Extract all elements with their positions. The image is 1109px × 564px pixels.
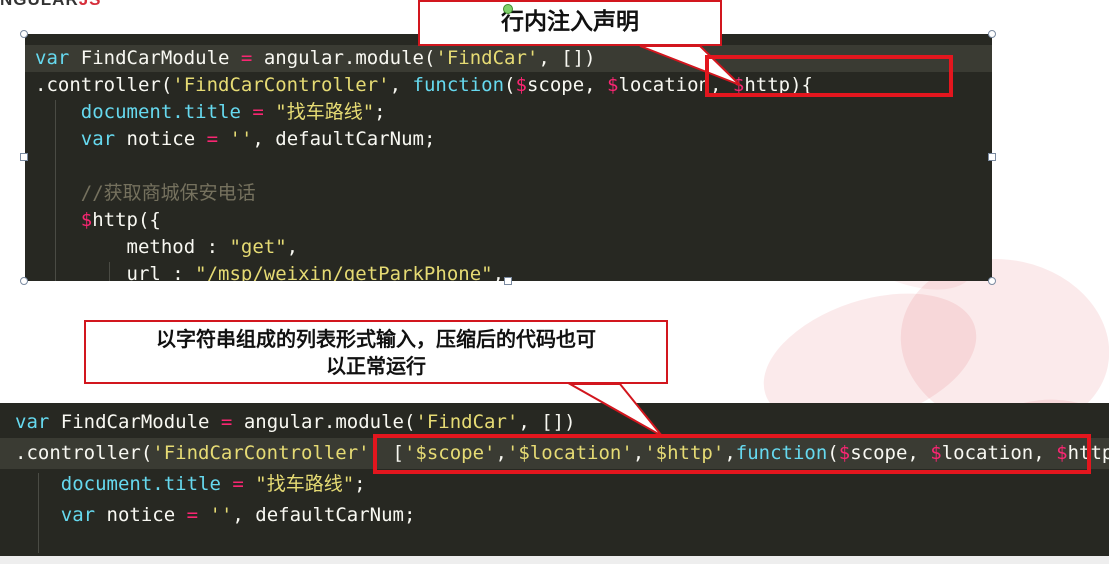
callout-line: 以正常运行: [326, 354, 426, 378]
resize-handle[interactable]: [988, 277, 996, 285]
code-line: method : "get",: [126, 236, 299, 258]
code-line: $http({: [80, 209, 161, 231]
callout-array-injection: 以字符串组成的列表形式输入，压缩后的代码也可 以正常运行: [84, 320, 668, 384]
callout-line: 以字符串组成的列表形式输入，压缩后的代码也可: [156, 327, 596, 351]
code-line: var FindCarModule = angular.module('Find…: [25, 45, 992, 72]
resize-handle[interactable]: [20, 277, 28, 285]
code-line: var notice = '', defaultCarNum;: [80, 128, 436, 150]
brand-logo: NGULARJS: [0, 0, 102, 10]
code-line: var notice = '', defaultCarNum;: [60, 504, 416, 526]
code-line: .controller('FindCarController', functio…: [35, 74, 813, 96]
code-line: //获取商城保安电话: [80, 182, 256, 204]
footer-strip: [0, 556, 1109, 564]
code-line: var FindCarModule = angular.module('Find…: [15, 411, 576, 433]
resize-handle[interactable]: [20, 30, 28, 38]
code-line: document.title = "找车路线";: [60, 473, 366, 495]
resize-handle[interactable]: [504, 277, 512, 285]
resize-handle[interactable]: [20, 153, 28, 161]
code-line: document.title = "找车路线";: [80, 101, 386, 123]
callout-inline-injection: 行内注入声明: [418, 0, 722, 46]
code-block-inline-injection: var FindCarModule = angular.module('Find…: [25, 34, 992, 281]
resize-handle[interactable]: [988, 30, 996, 38]
rotate-handle[interactable]: [503, 4, 513, 14]
code-line: .controller('FindCarController', ['$scop…: [0, 438, 1109, 469]
resize-handle[interactable]: [988, 153, 996, 161]
code-block-array-injection: var FindCarModule = angular.module('Find…: [0, 403, 1109, 559]
